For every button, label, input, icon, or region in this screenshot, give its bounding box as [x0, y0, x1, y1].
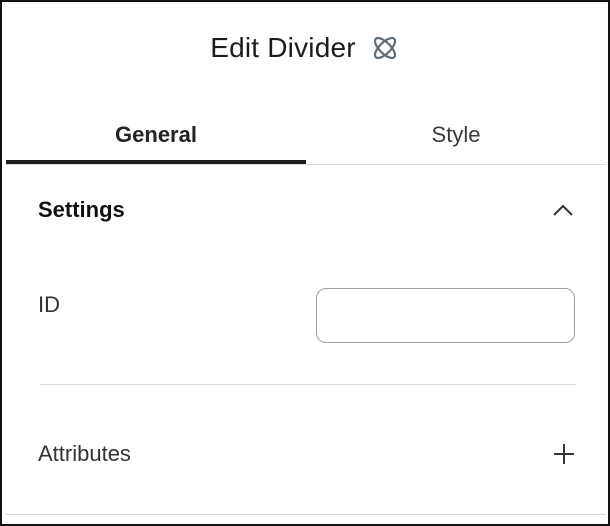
attributes-label: Attributes [38, 441, 131, 466]
panel-header: Edit Divider [2, 2, 608, 94]
settings-title: Settings [38, 197, 125, 222]
edit-divider-panel: Edit Divider General Style Settings ID A… [0, 0, 610, 526]
id-input[interactable] [316, 288, 575, 343]
section-divider [40, 384, 576, 385]
settings-section-header[interactable]: Settings [38, 188, 578, 232]
bottom-divider [6, 514, 606, 515]
attributes-row[interactable]: Attributes [38, 432, 578, 476]
atom-icon [370, 33, 400, 63]
tab-general[interactable]: General [6, 106, 306, 164]
tab-style[interactable]: Style [306, 106, 606, 164]
chevron-up-icon[interactable] [548, 195, 578, 225]
panel-title: Edit Divider [210, 32, 356, 63]
id-label: ID [38, 292, 60, 317]
tab-bar: General Style [6, 106, 606, 164]
tab-divider [6, 164, 606, 165]
plus-icon[interactable] [550, 440, 578, 468]
